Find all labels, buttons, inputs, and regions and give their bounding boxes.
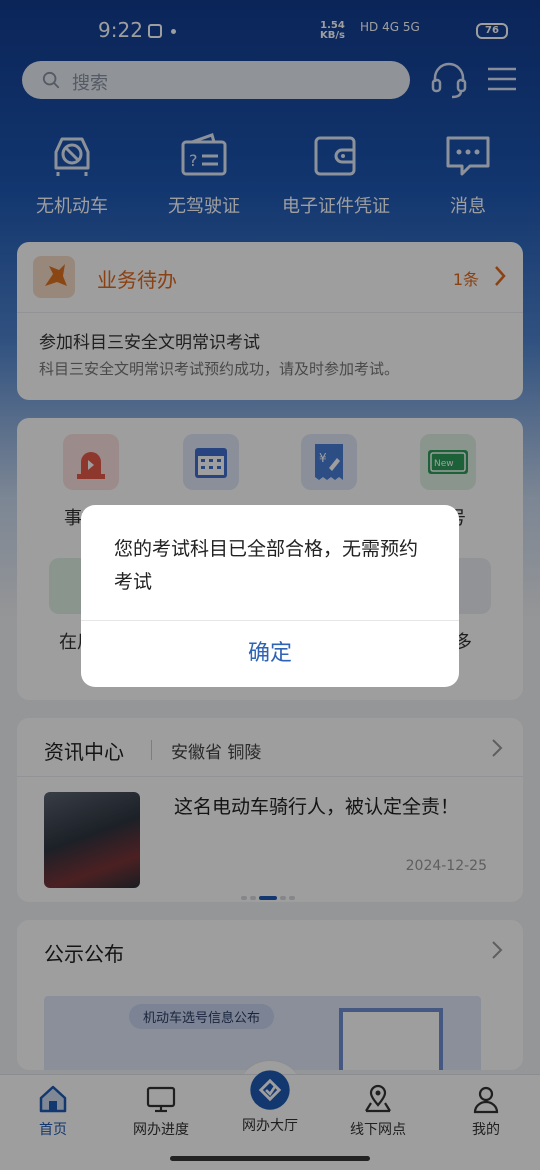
- app-screen: 9:22 1.54 KB/s HD 4G 5G 76 搜索 无机动车 ? 无驾驶…: [0, 0, 540, 1170]
- alert-dialog: 您的考试科目已全部合格，无需预约考试 确定: [81, 505, 459, 687]
- confirm-button[interactable]: 确定: [81, 621, 459, 687]
- dialog-message: 您的考试科目已全部合格，无需预约考试: [114, 538, 419, 593]
- home-indicator[interactable]: [170, 1156, 370, 1161]
